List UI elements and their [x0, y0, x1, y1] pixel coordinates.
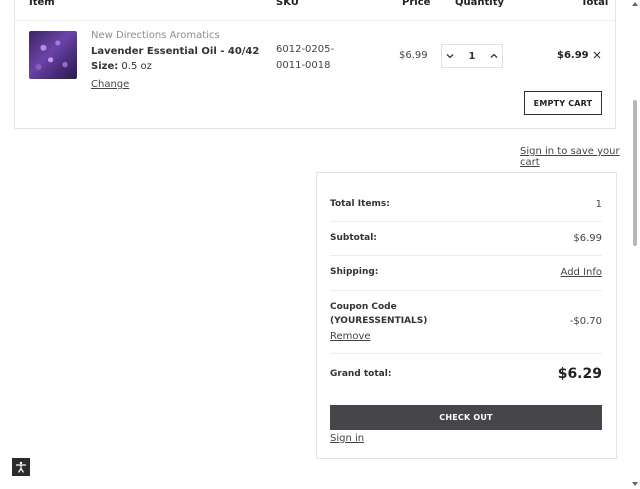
empty-cart-button[interactable]: EMPTY CART — [524, 91, 602, 115]
scroll-down-icon[interactable] — [631, 481, 639, 487]
add-shipping-info-link[interactable]: Add Info — [561, 267, 602, 278]
chevron-up-icon — [490, 53, 498, 58]
chevron-down-icon — [446, 54, 454, 59]
coupon-label-line1: Coupon Code — [330, 302, 397, 312]
summary-divider — [330, 290, 602, 291]
quantity-stepper: 1 — [441, 44, 503, 68]
header-quantity: Quantity — [455, 0, 504, 8]
change-link[interactable]: Change — [91, 79, 129, 90]
summary-divider — [330, 353, 602, 354]
total-items-value: 1 — [595, 199, 602, 210]
sign-in-link[interactable]: Sign in — [330, 433, 364, 444]
total-items-label: Total Items: — [330, 199, 390, 209]
lavender-product-image[interactable] — [29, 31, 77, 79]
summary-divider — [330, 221, 602, 222]
subtotal-label: Subtotal: — [330, 233, 377, 243]
accessibility-button[interactable] — [12, 458, 30, 476]
shipping-label: Shipping: — [330, 267, 379, 277]
grand-total-value: $6.29 — [557, 366, 602, 382]
coupon-label-line2: (YOURESSENTIALS) — [330, 316, 428, 326]
header-price: Price — [402, 0, 431, 8]
quantity-value[interactable]: 1 — [462, 51, 482, 62]
product-price: $6.99 — [399, 50, 428, 61]
sku-line-2: 0011-0018 — [276, 60, 331, 71]
close-icon — [593, 51, 601, 59]
header-divider — [15, 20, 615, 21]
accessibility-icon — [15, 461, 27, 473]
subtotal-value: $6.99 — [573, 233, 602, 244]
remove-coupon-link[interactable]: Remove — [330, 331, 371, 342]
product-brand: New Directions Aromatics — [91, 30, 220, 41]
increment-button[interactable] — [486, 45, 502, 67]
summary-divider — [330, 255, 602, 256]
header-item: Item — [29, 0, 55, 8]
product-size: Size: 0.5 oz — [91, 61, 152, 72]
checkout-button[interactable]: CHECK OUT — [330, 405, 602, 430]
line-total: $6.99 — [557, 50, 589, 61]
sku-line-1: 6012-0205- — [276, 44, 335, 55]
product-sku: 6012-0205- 0011-0018 — [276, 42, 334, 74]
header-total: Total — [581, 0, 609, 8]
product-name[interactable]: Lavender Essential Oil - 40/42 — [91, 46, 259, 57]
sign-in-save-cart-link[interactable]: Sign in to save your cart — [520, 146, 640, 168]
remove-item-button[interactable] — [592, 47, 602, 61]
coupon-value: -$0.70 — [569, 316, 602, 327]
size-value: 0.5 oz — [121, 61, 152, 72]
scroll-up-icon[interactable] — [631, 1, 639, 7]
header-sku: SKU — [276, 0, 299, 8]
grand-total-label: Grand total: — [330, 369, 392, 379]
size-label: Size: — [91, 61, 119, 72]
decrement-button[interactable] — [442, 45, 458, 67]
scrollbar-thumb[interactable] — [633, 100, 637, 246]
